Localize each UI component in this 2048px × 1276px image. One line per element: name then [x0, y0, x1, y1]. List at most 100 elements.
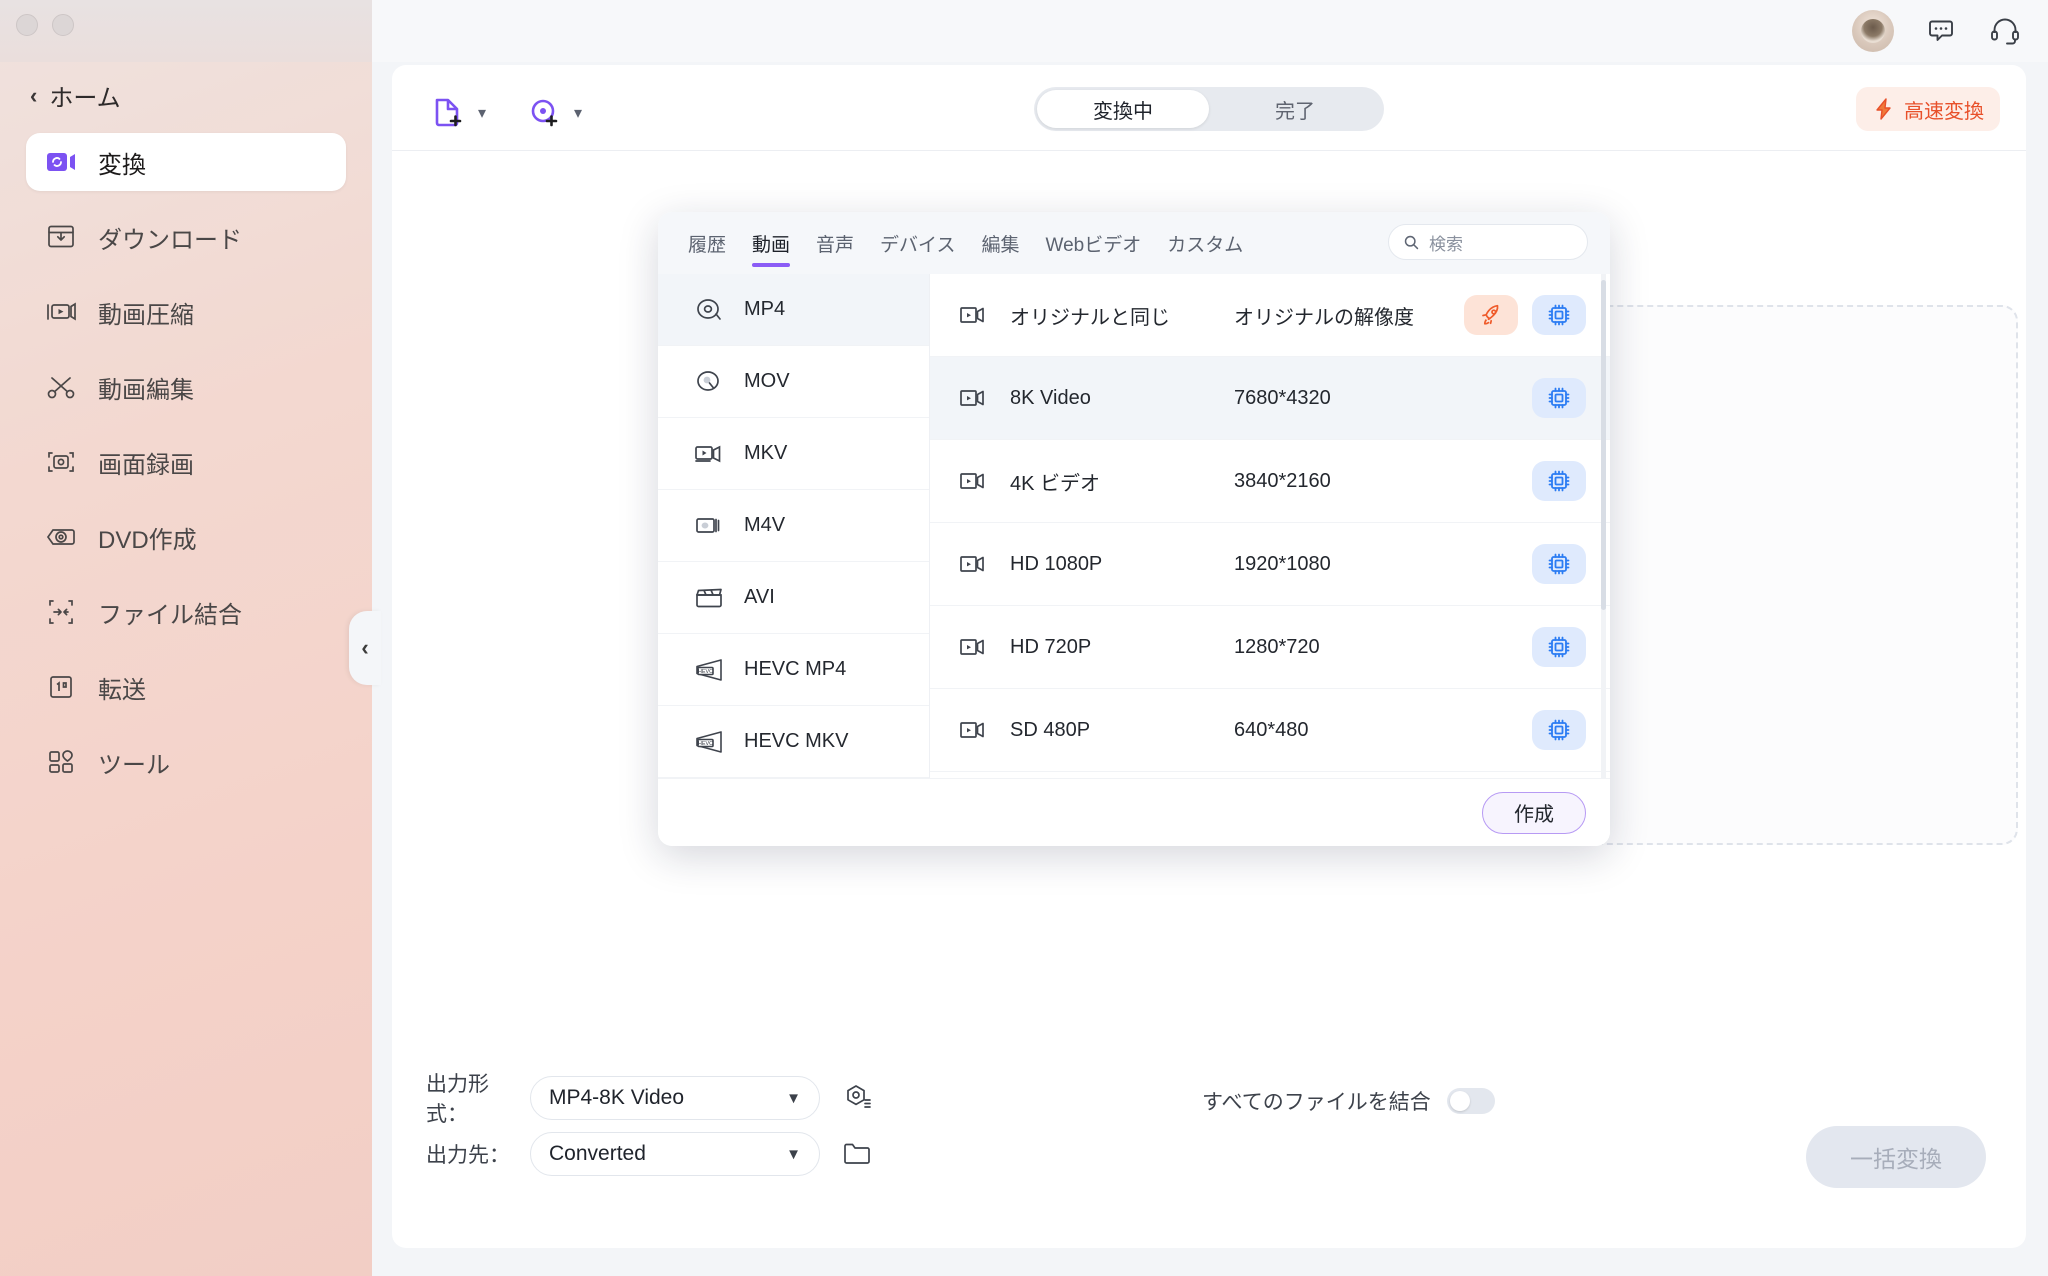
folder-icon[interactable]: [840, 1137, 874, 1171]
create-button[interactable]: 作成: [1482, 791, 1586, 834]
tab-completed[interactable]: 完了: [1209, 90, 1381, 128]
window-topbar: [372, 0, 2048, 62]
tab-history[interactable]: 履歴: [678, 224, 736, 269]
tab-edit[interactable]: 編集: [971, 224, 1029, 269]
format-item-mkv[interactable]: MKV: [658, 418, 929, 490]
close-button[interactable]: [16, 14, 38, 36]
resolution-row[interactable]: SD 480P 640*480: [930, 689, 1610, 772]
chevron-down-icon[interactable]: ▾: [478, 103, 486, 123]
sidebar-item-label: 動画編集: [98, 376, 194, 404]
resolution-dimensions: 3840*2160: [1234, 469, 1331, 492]
resolution-name: HD 720P: [1010, 635, 1092, 658]
tab-custom[interactable]: カスタム: [1157, 224, 1253, 269]
sidebar-item-compress[interactable]: 動画圧縮: [26, 283, 346, 341]
fast-convert-label: 高速変換: [1904, 100, 1984, 123]
resolution-row[interactable]: 8K Video 7680*4320: [930, 357, 1610, 440]
resolution-actions: [1532, 461, 1586, 501]
tab-converting[interactable]: 変換中: [1037, 90, 1209, 128]
tab-audio[interactable]: 音声: [806, 224, 864, 269]
sidebar-item-transfer[interactable]: 転送: [26, 658, 346, 716]
sidebar-collapse-handle[interactable]: ‹: [349, 611, 381, 685]
sidebar-item-label: 動画圧縮: [98, 301, 194, 329]
sidebar-item-convert[interactable]: 変換: [26, 133, 346, 191]
sidebar-item-dvd[interactable]: DVD作成: [26, 508, 346, 566]
format-item-avi[interactable]: AVI: [658, 562, 929, 634]
sidebar-item-label: 画面録画: [98, 451, 194, 479]
resolution-row[interactable]: HD 720P 1280*720: [930, 606, 1610, 689]
avatar[interactable]: [1852, 10, 1894, 52]
video-icon: [958, 549, 988, 579]
output-options: 出力形式： MP4-8K Video ▼ 出力先： Converted ▼: [426, 1073, 874, 1186]
output-format-label: 出力形式：: [426, 1073, 489, 1126]
format-item-hevc-mp4[interactable]: HEVC HEVC MP4: [658, 634, 929, 706]
resolution-row[interactable]: 4K ビデオ 3840*2160: [930, 440, 1610, 523]
output-format-select[interactable]: MP4-8K Video ▼: [530, 1076, 820, 1120]
video-icon: [958, 466, 988, 496]
rocket-icon[interactable]: [1464, 295, 1518, 335]
sidebar-item-download[interactable]: ダウンロード: [26, 208, 346, 266]
camcorder-icon: [692, 437, 726, 471]
format-item-mov[interactable]: MOV: [658, 346, 929, 418]
merge-files-toggle[interactable]: [1446, 1088, 1495, 1114]
format-item-label: MOV: [744, 370, 790, 392]
resolution-list: オリジナルと同じ オリジナルの解像度 8K Video 7680*4320 4K…: [930, 274, 1610, 778]
add-file-icon[interactable]: [426, 91, 470, 135]
add-file-group[interactable]: ▾: [426, 91, 486, 135]
home-back-link[interactable]: ‹ ホーム: [30, 78, 121, 113]
hevc-icon: HEVC: [692, 653, 726, 687]
tab-device[interactable]: デバイス: [870, 224, 965, 269]
add-folder-group[interactable]: ▾: [522, 91, 582, 135]
hevc-icon: HEVC: [692, 725, 726, 759]
sidebar-item-tools[interactable]: ツール: [26, 733, 346, 791]
convert-all-button[interactable]: 一括変換: [1806, 1126, 1986, 1188]
status-segmented-control[interactable]: 変換中 完了: [1034, 87, 1384, 131]
resolution-name: 4K ビデオ: [1010, 472, 1101, 495]
format-item-label: HEVC MP4: [744, 658, 847, 680]
minimize-button[interactable]: [52, 14, 74, 36]
chevron-down-icon[interactable]: ▾: [574, 103, 582, 123]
fast-convert-button[interactable]: 高速変換: [1856, 87, 2000, 131]
m4v-icon: [692, 509, 726, 543]
scrollbar-thumb[interactable]: [1601, 280, 1606, 610]
sidebar-item-file-merge[interactable]: ファイル結合: [26, 583, 346, 641]
resolution-name: オリジナルと同じ: [1010, 306, 1170, 329]
window-traffic-lights[interactable]: [16, 14, 74, 36]
compress-icon: [44, 295, 78, 329]
search-input[interactable]: 検索: [1388, 224, 1588, 260]
add-disc-icon[interactable]: [522, 91, 566, 135]
search-icon: [1403, 234, 1420, 251]
chip-icon[interactable]: [1532, 295, 1586, 335]
resolution-row[interactable]: HD 1080P 1920*1080: [930, 523, 1610, 606]
format-item-m4v[interactable]: M4V: [658, 490, 929, 562]
dvd-icon: [44, 520, 78, 554]
chat-icon[interactable]: [1924, 14, 1958, 48]
chip-icon[interactable]: [1532, 544, 1586, 584]
tab-video[interactable]: 動画: [742, 224, 800, 269]
tab-web-video[interactable]: Webビデオ: [1036, 224, 1152, 269]
video-icon: [958, 632, 988, 662]
chip-icon[interactable]: [1532, 461, 1586, 501]
chip-icon[interactable]: [1532, 378, 1586, 418]
output-dest-select[interactable]: Converted ▼: [530, 1132, 820, 1176]
chip-icon[interactable]: [1532, 710, 1586, 750]
video-icon: [958, 715, 988, 745]
mov-icon: [692, 365, 726, 399]
resolution-dimensions: 7680*4320: [1234, 386, 1331, 409]
format-item-mp4[interactable]: MP4: [658, 274, 929, 346]
resolution-actions: [1532, 627, 1586, 667]
chip-icon[interactable]: [1532, 627, 1586, 667]
resolution-dimensions: オリジナルの解像度: [1234, 306, 1414, 329]
headset-icon[interactable]: [1988, 14, 2022, 48]
format-item-hevc-mkv[interactable]: HEVC HEVC MKV: [658, 706, 929, 778]
resolution-row[interactable]: オリジナルと同じ オリジナルの解像度: [930, 274, 1610, 357]
dialog-tabs: 履歴 動画 音声 デバイス 編集 Webビデオ カスタム: [678, 224, 1253, 269]
sidebar-item-label: ファイル結合: [98, 601, 242, 629]
resolution-dimensions: 640*480: [1234, 718, 1309, 741]
output-dest-label: 出力先：: [426, 1144, 510, 1167]
chevron-down-icon: ▼: [786, 1089, 801, 1107]
sidebar-item-screen-record[interactable]: 画面録画: [26, 433, 346, 491]
format-settings-icon[interactable]: [840, 1081, 874, 1115]
chevron-left-icon: ‹: [30, 82, 38, 108]
record-icon: [44, 445, 78, 479]
sidebar-item-video-edit[interactable]: 動画編集: [26, 358, 346, 416]
